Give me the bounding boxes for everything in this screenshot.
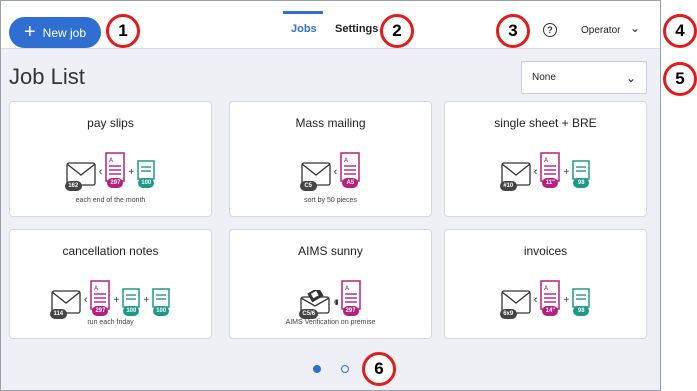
job-title: invoices xyxy=(523,244,568,258)
chevron-down-icon[interactable]: ⌄ xyxy=(630,21,640,35)
app-frame: + New job Jobs Settings ? Operator ⌄ Job… xyxy=(0,0,661,391)
document-icon: A 297 xyxy=(105,152,126,188)
job-title: pay slips xyxy=(87,116,134,130)
envelope-size-badge: 6x9 xyxy=(499,309,517,319)
callout-marker: 2 xyxy=(380,14,414,48)
top-bar: + New job Jobs Settings ? Operator ⌄ xyxy=(1,1,660,49)
callout-marker: 6 xyxy=(362,352,396,386)
insert-arrow-icon: ‹ xyxy=(533,166,538,178)
job-configuration: 114 ‹ A 297 + 100 + 100 xyxy=(10,274,211,319)
document-icon: A 14" xyxy=(540,280,561,316)
callout-marker: 1 xyxy=(106,14,140,48)
page-indicator-active[interactable] xyxy=(313,365,321,373)
document-icon: A 297 xyxy=(340,280,361,316)
operator-menu[interactable]: Operator xyxy=(581,25,620,36)
help-icon[interactable]: ? xyxy=(543,23,557,37)
plus-icon: + xyxy=(143,295,150,306)
document-size-badge: A5 xyxy=(342,178,359,188)
envelope-icon: C5 xyxy=(299,162,331,191)
job-card[interactable]: pay slips 162 ‹ A 297 + 100 each end of … xyxy=(9,101,212,217)
envelope-size-badge: C5 xyxy=(299,181,317,191)
plus-icon: + xyxy=(563,295,570,306)
insert-icon: 100 xyxy=(137,156,155,188)
callout-marker: 3 xyxy=(496,14,530,48)
document-icon: A 11" xyxy=(540,152,561,188)
document-icon: A A5 xyxy=(340,152,361,188)
plus-icon: + xyxy=(128,167,135,178)
job-card[interactable]: invoices 6x9 ‹ A 14" + 98 xyxy=(444,229,647,339)
envelope-size-badge: 162 xyxy=(64,181,82,191)
page-indicator[interactable] xyxy=(341,365,349,373)
envelope-icon: #10 xyxy=(499,162,531,191)
job-card[interactable]: cancellation notes 114 ‹ A 297 + 100 + 1… xyxy=(9,229,212,339)
job-note: run each friday xyxy=(87,319,134,326)
job-configuration: 6x9 ‹ A 14" + 98 xyxy=(445,274,646,319)
plus-icon: + xyxy=(563,167,570,178)
new-job-button[interactable]: + New job xyxy=(9,17,101,48)
document-size-badge: 297 xyxy=(92,306,109,316)
insert-arrow-icon: ‹ xyxy=(83,294,88,306)
job-note: sort by 50 pieces xyxy=(304,197,357,204)
insert-icon: 98 xyxy=(572,284,590,316)
envelope-size-badge: C5/6 xyxy=(299,309,319,319)
job-title: cancellation notes xyxy=(62,244,159,258)
insert-size-badge: 100 xyxy=(153,306,170,316)
envelope-size-badge: 114 xyxy=(49,309,67,319)
aims-envelope-icon: C5/6 xyxy=(299,287,331,319)
barcode-icon: ‹▮ xyxy=(333,299,338,306)
insert-size-badge: 98 xyxy=(573,306,590,316)
job-filter-value: None xyxy=(532,72,556,83)
plus-icon: + xyxy=(23,20,36,43)
page-title: Job List xyxy=(9,64,85,89)
job-configuration: C5/6 ‹▮ A 297 xyxy=(230,274,431,319)
tab-jobs[interactable]: Jobs xyxy=(283,11,323,41)
job-note: AIMS Verification on premise xyxy=(285,319,376,326)
envelope-icon: 162 xyxy=(64,162,96,191)
job-title: AIMS sunny xyxy=(298,244,363,258)
tab-settings[interactable]: Settings xyxy=(335,23,378,41)
job-card[interactable]: AIMS sunny C5/6 ‹▮ A 297 AIMS Verificati… xyxy=(229,229,432,339)
job-title: single sheet + BRE xyxy=(494,116,597,130)
insert-size-badge: 98 xyxy=(573,178,590,188)
envelope-icon: 6x9 xyxy=(499,290,531,319)
job-card[interactable]: single sheet + BRE #10 ‹ A 11" + 98 xyxy=(444,101,647,217)
insert-arrow-icon: ‹ xyxy=(333,166,338,178)
insert-arrow-icon: ‹ xyxy=(533,294,538,306)
chevron-down-icon: ⌄ xyxy=(625,70,636,85)
document-icon: A 297 xyxy=(90,280,111,316)
plus-icon: + xyxy=(113,295,120,306)
job-configuration: 162 ‹ A 297 + 100 xyxy=(10,146,211,191)
document-size-badge: 297 xyxy=(107,178,124,188)
document-size-badge: 14" xyxy=(542,306,559,316)
envelope-size-badge: #10 xyxy=(499,181,517,191)
document-size-badge: 11" xyxy=(542,178,559,188)
callout-marker: 4 xyxy=(663,14,697,48)
job-title: Mass mailing xyxy=(295,116,366,130)
document-size-badge: 297 xyxy=(342,306,359,316)
new-job-label: New job xyxy=(42,25,87,40)
insert-icon: 100 xyxy=(122,284,141,316)
insert-arrow-icon: ‹ xyxy=(98,166,103,178)
callout-marker: 5 xyxy=(663,62,697,96)
job-card[interactable]: Mass mailing C5 ‹ A A5 sort by 50 pieces xyxy=(229,101,432,217)
envelope-icon: 114 xyxy=(49,290,81,319)
job-filter-select[interactable]: None ⌄ xyxy=(521,61,647,94)
job-configuration: C5 ‹ A A5 xyxy=(230,146,431,191)
job-note: each end of the month xyxy=(75,197,146,204)
job-configuration: #10 ‹ A 11" + 98 xyxy=(445,146,646,191)
insert-size-badge: 100 xyxy=(138,178,155,188)
insert-size-badge: 100 xyxy=(123,306,140,316)
insert-icon: 100 xyxy=(152,284,170,316)
insert-icon: 98 xyxy=(572,156,590,188)
